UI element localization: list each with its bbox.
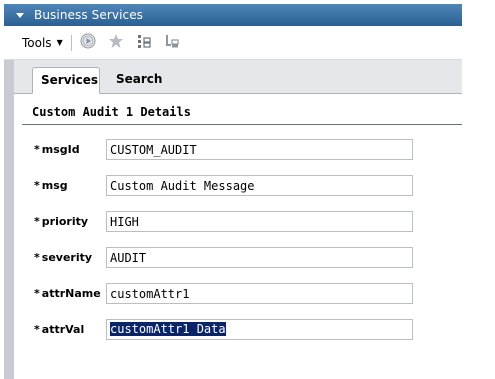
business-services-titlebar[interactable]: Business Services xyxy=(4,4,462,26)
field-row-priority: * priority xyxy=(34,211,424,233)
required-marker: * xyxy=(34,179,40,192)
field-row-severity: * severity xyxy=(34,247,424,269)
tools-menu[interactable]: Tools ▼ xyxy=(22,36,63,50)
field-label: * severity xyxy=(34,251,92,264)
required-marker: * xyxy=(34,251,40,264)
field-label-text: priority xyxy=(41,215,89,228)
field-label-text: msg xyxy=(41,179,68,192)
attrval-field[interactable]: customAttr1 Data xyxy=(106,319,413,340)
field-label: * msgId xyxy=(34,143,80,156)
toolbar: Tools ▼ xyxy=(4,26,462,60)
attrname-field[interactable] xyxy=(106,283,413,304)
field-row-msg: * msg xyxy=(34,175,424,197)
star-icon[interactable] xyxy=(108,33,124,52)
field-label-text: attrVal xyxy=(41,323,85,336)
field-label: * attrVal xyxy=(34,323,84,336)
tab-strip: Services Search xyxy=(14,60,462,94)
field-label: * attrName xyxy=(34,287,101,300)
required-marker: * xyxy=(34,323,40,336)
field-row-msgid: * msgId xyxy=(34,139,424,161)
field-row-attrname: * attrName xyxy=(34,283,424,305)
required-marker: * xyxy=(34,287,40,300)
required-marker: * xyxy=(34,215,40,228)
tree-add-icon[interactable] xyxy=(136,33,152,52)
collapse-arrow-icon[interactable] xyxy=(16,12,24,18)
field-label-text: msgId xyxy=(41,143,80,156)
tab-search[interactable]: Search xyxy=(108,67,168,94)
field-label-text: severity xyxy=(41,251,93,264)
tab-services[interactable]: Services xyxy=(32,67,100,94)
toolbar-separator xyxy=(70,34,72,51)
field-label: * msg xyxy=(34,179,68,192)
msgid-field[interactable] xyxy=(106,139,413,160)
play-icon[interactable] xyxy=(80,33,96,52)
field-label: * priority xyxy=(34,215,88,228)
selected-text: customAttr1 Data xyxy=(110,322,226,336)
required-marker: * xyxy=(34,143,40,156)
section-title: Custom Audit 1 Details xyxy=(22,105,462,125)
tree-remove-icon[interactable] xyxy=(164,33,180,52)
field-row-attrval: * attrVal customAttr1 Data xyxy=(34,319,424,341)
severity-field[interactable] xyxy=(106,247,413,268)
msg-field[interactable] xyxy=(106,175,413,196)
chevron-down-icon: ▼ xyxy=(56,38,63,47)
field-label-text: attrName xyxy=(41,287,101,300)
window-title: Business Services xyxy=(34,8,144,22)
left-panel-edge xyxy=(4,60,14,379)
tools-label: Tools xyxy=(22,35,52,50)
priority-field[interactable] xyxy=(106,211,413,232)
